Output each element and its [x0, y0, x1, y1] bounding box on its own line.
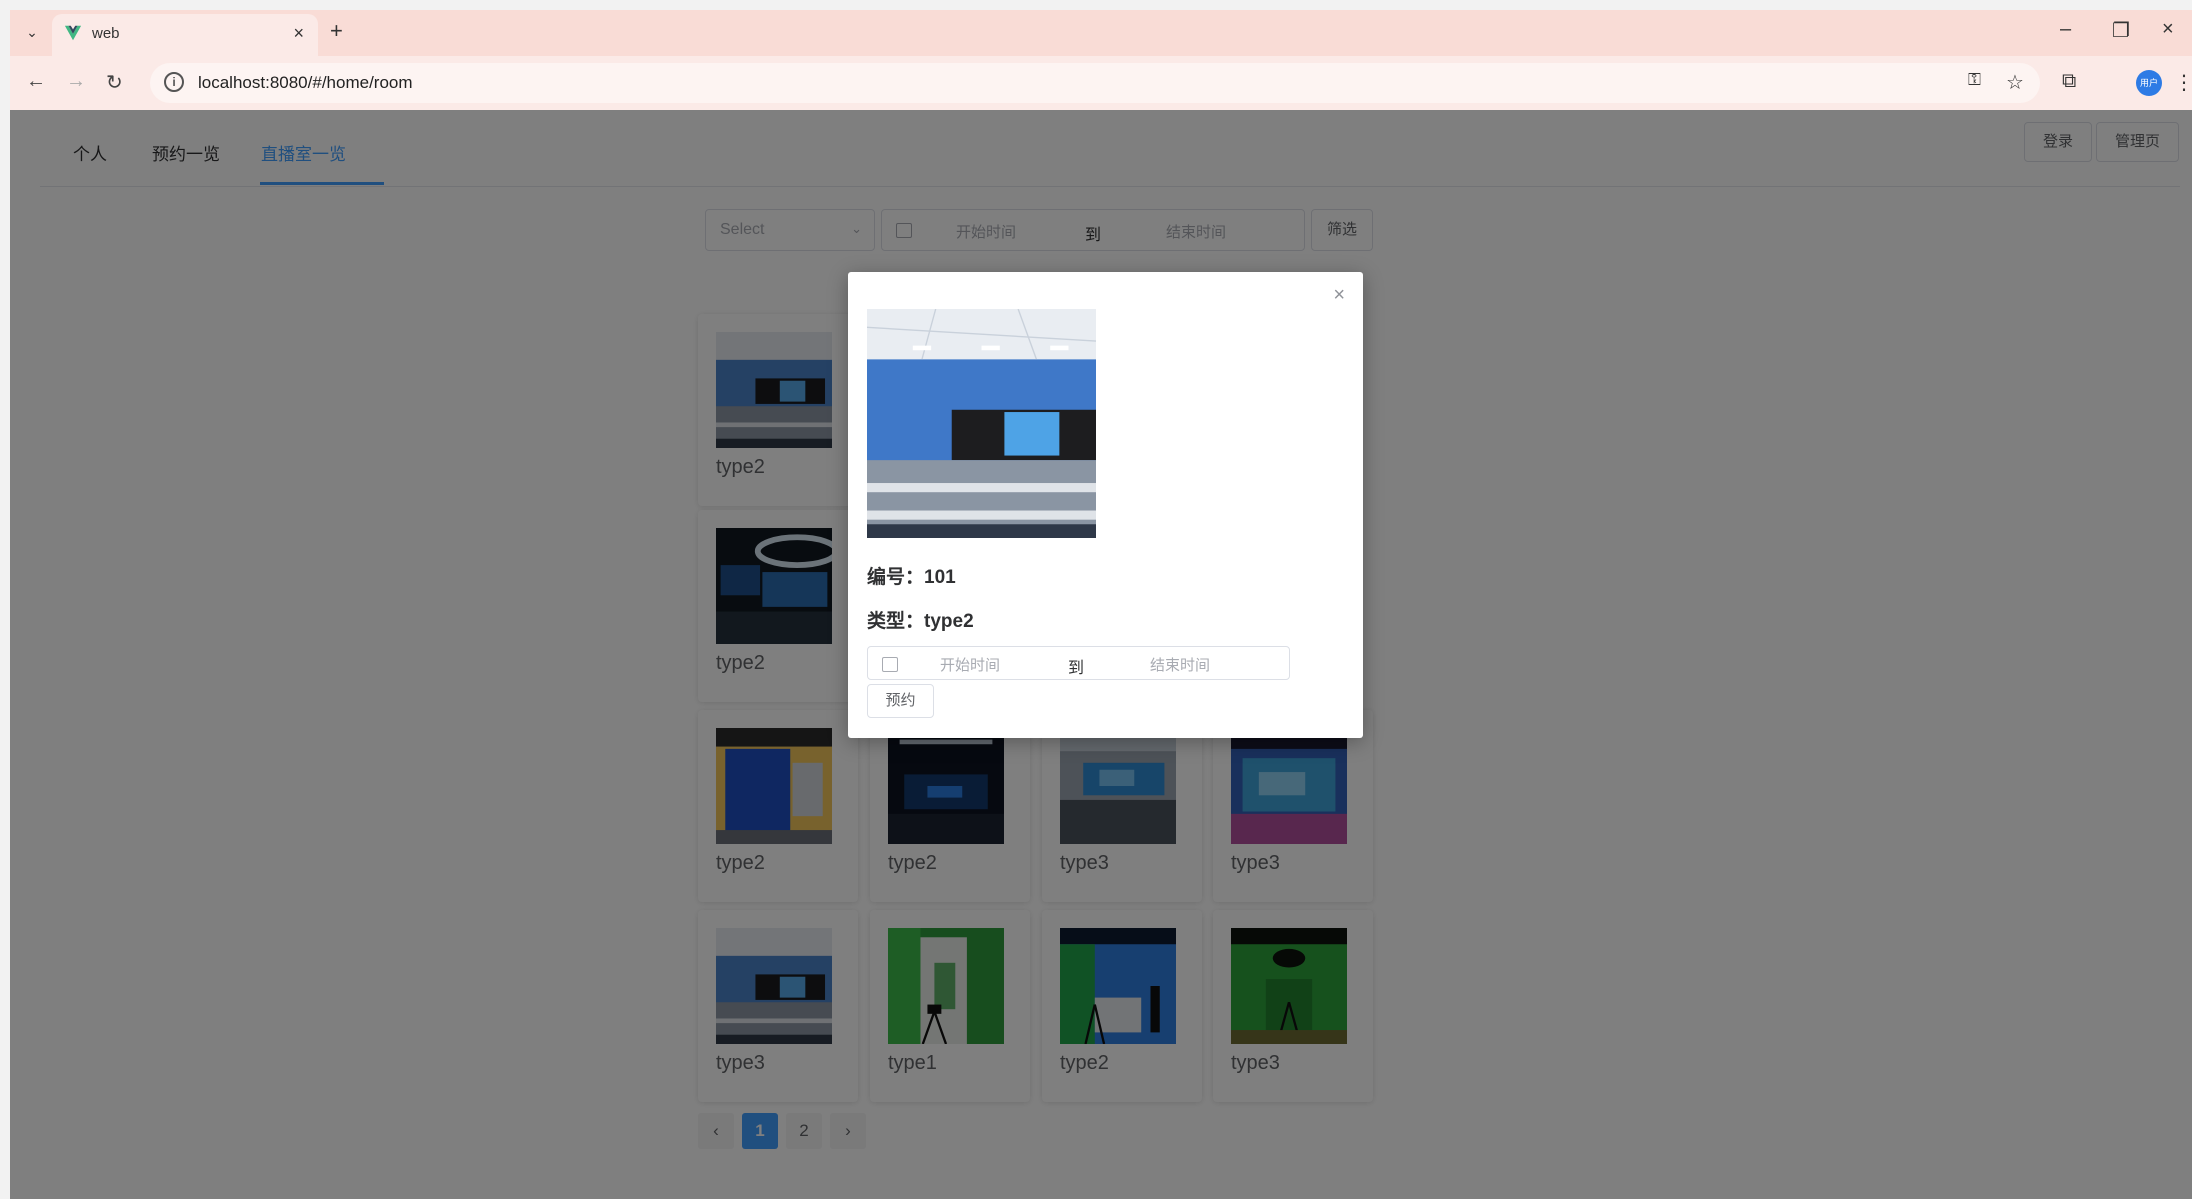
- vue-logo-icon: [64, 25, 82, 41]
- tab-close-icon[interactable]: ×: [293, 23, 304, 44]
- profile-avatar[interactable]: 用户: [2136, 70, 2162, 96]
- reserve-date-range-picker[interactable]: 开始时间 到 结束时间: [867, 646, 1290, 680]
- address-bar[interactable]: i localhost:8080/#/home/room: [150, 63, 2040, 103]
- back-icon[interactable]: ←: [26, 70, 46, 93]
- reserve-end-input[interactable]: 结束时间: [1150, 654, 1210, 675]
- room-type-label: 类型：: [867, 611, 925, 632]
- room-number-value: 101: [924, 567, 956, 588]
- bookmark-star-icon[interactable]: ☆: [2006, 70, 2024, 95]
- room-type-value: type2: [924, 611, 974, 632]
- new-tab-icon[interactable]: +: [330, 18, 343, 44]
- minimize-icon[interactable]: –: [2060, 18, 2071, 41]
- reserve-start-input[interactable]: 开始时间: [940, 654, 1000, 675]
- window-close-icon[interactable]: ×: [2162, 18, 2174, 41]
- room-photo: [867, 309, 1096, 538]
- url-text[interactable]: localhost:8080/#/home/room: [198, 73, 413, 93]
- close-icon[interactable]: ×: [1333, 284, 1345, 307]
- room-detail-dialog: × 编号：101 类型：type2 开始时间 到 结束时间 预约: [848, 272, 1363, 738]
- reserve-button[interactable]: 预约: [867, 684, 934, 718]
- room-number-label: 编号：: [867, 567, 925, 588]
- tab-title: web: [92, 25, 120, 42]
- room-number-line: 编号：101: [867, 562, 956, 589]
- reserve-range-separator: 到: [1068, 660, 1085, 677]
- calendar-icon: [882, 657, 898, 672]
- browser-menu-icon[interactable]: ⋮: [2174, 70, 2192, 95]
- browser-tab[interactable]: web ×: [52, 14, 318, 56]
- tab-search-icon[interactable]: ⌄: [20, 20, 44, 44]
- extensions-icon[interactable]: ⧉: [2062, 70, 2076, 93]
- screen: ⌄ web × + – ❐ × ← → ↻ i localhost:8080/#…: [0, 0, 2192, 1199]
- site-info-icon[interactable]: i: [164, 72, 184, 92]
- password-key-icon[interactable]: ⚿: [1968, 70, 1981, 90]
- reload-icon[interactable]: ↻: [106, 70, 123, 95]
- forward-icon[interactable]: →: [66, 70, 86, 93]
- restore-icon[interactable]: ❐: [2112, 18, 2130, 43]
- room-type-line: 类型：type2: [867, 606, 974, 633]
- browser-toolbar: ← → ↻ i localhost:8080/#/home/room ⚿ ☆ ⧉…: [10, 56, 2192, 110]
